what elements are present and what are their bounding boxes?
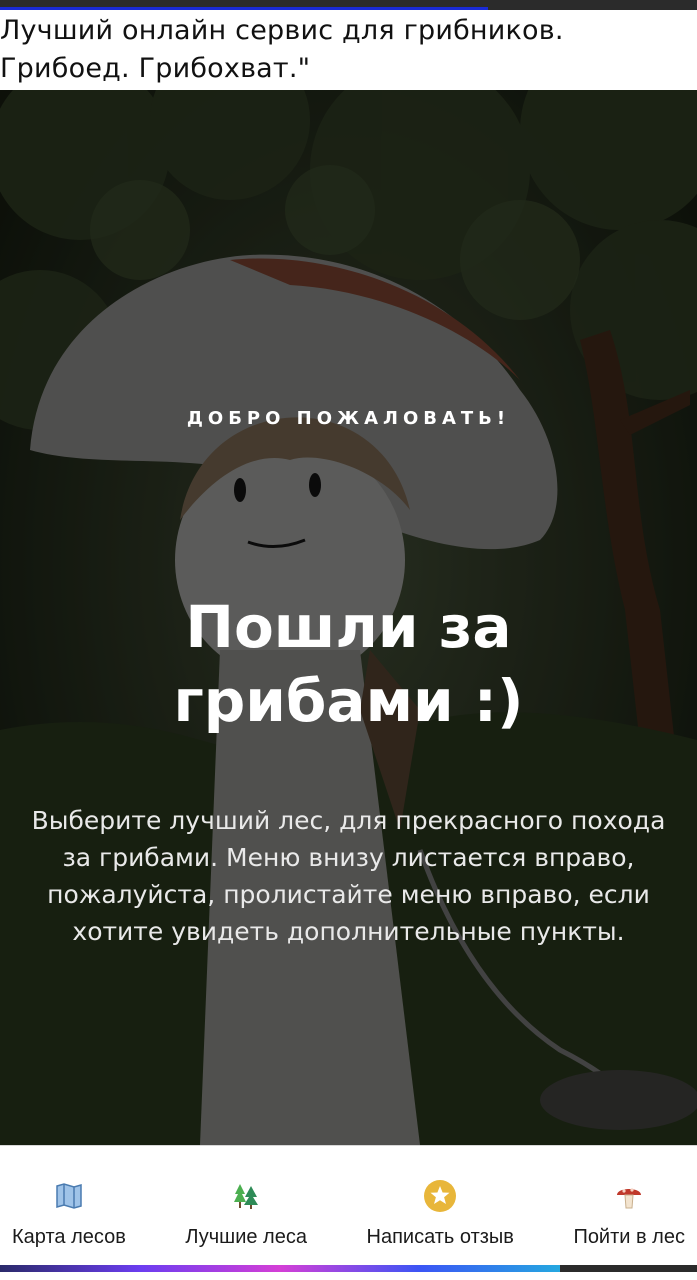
- hero-section: ДОБРО ПОЖАЛОВАТЬ! Пошли за грибами :) Вы…: [0, 90, 697, 1145]
- star-icon: [422, 1178, 458, 1214]
- nav-label-forest-map: Карта лесов: [12, 1226, 126, 1248]
- headline-line-1: Пошли за: [185, 593, 512, 661]
- nav-item-write-review[interactable]: Написать отзыв: [367, 1146, 514, 1263]
- nav-item-forest-map[interactable]: Карта лесов: [12, 1146, 126, 1263]
- top-status-strip: [0, 0, 697, 10]
- page-load-progress: [0, 7, 488, 10]
- gesture-bar: [0, 1263, 697, 1280]
- gesture-bar-rest: [560, 1265, 697, 1272]
- map-icon: [51, 1178, 87, 1214]
- app-page: Лучший онлайн сервис для грибников. Гриб…: [0, 0, 697, 1280]
- header-line-2: Грибоед. Грибохват.": [0, 53, 311, 84]
- gesture-bar-gradient: [0, 1265, 560, 1272]
- hero-description: Выберите лучший лес, для прекрасного пох…: [31, 806, 666, 946]
- bottom-navigation: Карта лесов Лучшие леса Написать отзыв П…: [0, 1145, 697, 1263]
- trees-icon: [228, 1178, 264, 1214]
- nav-label-best-forests: Лучшие леса: [185, 1226, 307, 1248]
- nav-label-write-review: Написать отзыв: [366, 1226, 514, 1248]
- welcome-caption: ДОБРО ПОЖАЛОВАТЬ!: [186, 408, 511, 429]
- nav-label-go-to-forest: Пойти в лес: [573, 1226, 685, 1248]
- header-line-1: Лучший онлайн сервис для грибников.: [0, 15, 564, 46]
- headline-line-2: грибами :): [173, 667, 524, 735]
- page-header: Лучший онлайн сервис для грибников. Гриб…: [0, 12, 697, 90]
- hero-headline: Пошли за грибами :): [0, 590, 697, 738]
- mushroom-icon: [611, 1178, 647, 1214]
- nav-item-best-forests[interactable]: Лучшие леса: [185, 1146, 307, 1263]
- nav-item-go-to-forest[interactable]: Пойти в лес: [573, 1146, 685, 1263]
